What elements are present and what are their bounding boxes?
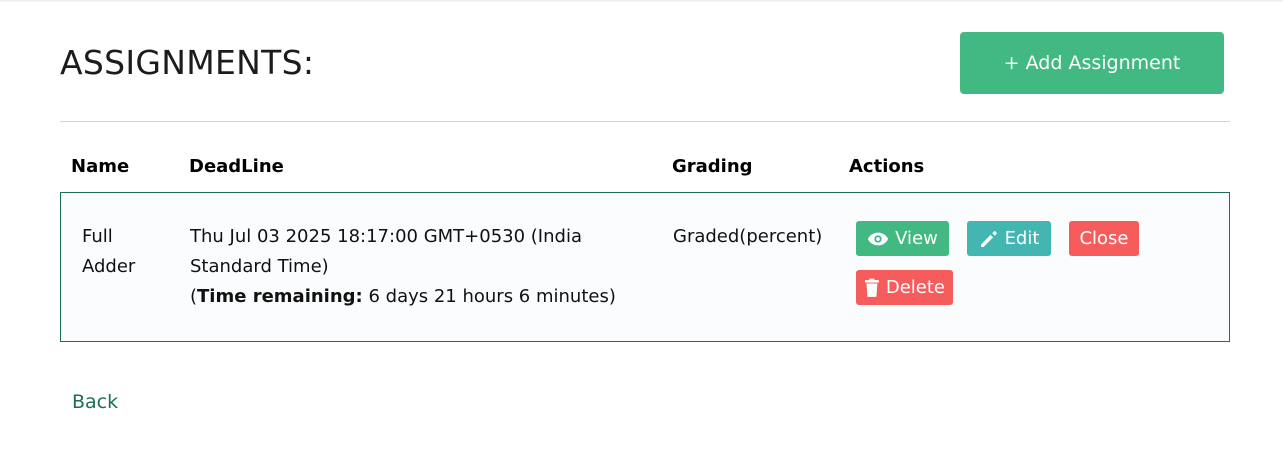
delete-button[interactable]: Delete [856,270,953,305]
back-link[interactable]: Back [72,389,118,415]
edit-button-label: Edit [1004,228,1040,249]
deadline-date-line: Thu Jul 03 2025 18:17:00 GMT+0530 (India [190,226,582,247]
column-header-actions: Actions [849,156,925,177]
column-header-grading: Grading [672,156,753,177]
column-header-name: Name [71,156,130,177]
delete-button-label: Delete [885,277,945,298]
assignment-name-line: Adder [82,256,136,277]
time-remaining-label: Time remaining: [197,286,363,307]
close-button[interactable]: Close [1069,221,1139,256]
view-button[interactable]: View [856,221,949,256]
trash-icon [864,278,879,297]
header-divider [60,121,1230,122]
close-button-label: Close [1079,228,1129,249]
column-header-deadline: DeadLine [189,156,284,177]
assignment-name-line: Full [82,226,113,247]
deadline-date-line: Standard Time) [190,256,329,277]
pencil-icon [980,230,997,247]
assignment-grading: Graded(percent) [673,226,823,247]
view-button-label: View [895,228,938,249]
eye-icon [868,232,889,245]
edit-button[interactable]: Edit [967,221,1051,256]
assignment-deadline: Thu Jul 03 2025 18:17:00 GMT+0530 (India… [190,222,660,312]
table-row: Full Adder Thu Jul 03 2025 18:17:00 GMT+… [60,192,1230,342]
page-title: ASSIGNMENTS: [60,43,315,82]
time-remaining-open: ( [190,286,198,307]
time-remaining-value: 6 days 21 hours 6 minutes) [362,286,616,307]
assignment-name: Full Adder [82,222,135,282]
add-assignment-button[interactable]: + Add Assignment [960,32,1224,94]
top-shadow [0,0,1283,3]
time-remaining: (Time remaining: 6 days 21 hours 6 minut… [190,282,660,312]
